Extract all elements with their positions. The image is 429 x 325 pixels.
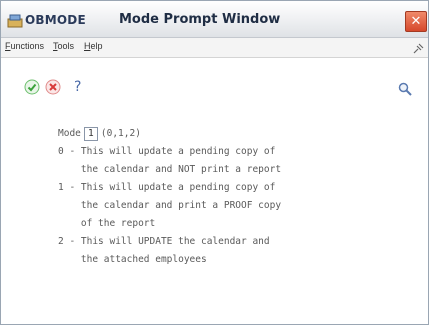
app-name: OBMODE — [25, 13, 86, 27]
menu-tools-rest: ools — [57, 41, 75, 51]
help-icon[interactable]: ? — [74, 79, 81, 95]
check-icon — [24, 79, 40, 95]
description-line: 2 - This will UPDATE the calendar and — [58, 236, 270, 247]
search-icon[interactable] — [397, 81, 413, 97]
mode-label: Mode — [58, 128, 81, 139]
description-line: the attached employees — [58, 254, 207, 265]
menu-help-rest: elp — [90, 41, 103, 51]
title-bar[interactable]: OBMODE Mode Prompt Window ✕ — [1, 1, 428, 38]
menu-tools[interactable]: Tools — [53, 41, 74, 51]
description-line: the calendar and NOT print a report — [58, 164, 282, 175]
description-line: of the report — [58, 218, 156, 229]
menu-help[interactable]: Help — [84, 41, 103, 51]
pin-icon[interactable] — [412, 40, 424, 54]
menu-bar: Functions Tools Help — [1, 38, 428, 58]
description-line: 1 - This will update a pending copy of — [58, 182, 276, 193]
mode-input[interactable]: 1 — [83, 126, 98, 141]
ok-button[interactable] — [23, 78, 41, 96]
app-icon — [7, 13, 23, 28]
mode-form: Mode 1 (0,1,2) 0 - This will update a pend… — [58, 125, 281, 269]
description-line: the calendar and print a PROOF copy — [58, 200, 282, 211]
close-button[interactable]: ✕ — [405, 11, 427, 32]
mode-row: Mode 1 (0,1,2) — [58, 125, 281, 143]
cancel-icon — [45, 79, 61, 95]
cancel-button[interactable] — [44, 78, 62, 96]
close-icon: ✕ — [410, 14, 422, 29]
mode-options: (0,1,2) — [100, 128, 141, 139]
mode-prompt-window: OBMODE Mode Prompt Window ✕ Functions To… — [0, 0, 429, 325]
window-title: Mode Prompt Window — [119, 12, 281, 27]
menu-functions[interactable]: Functions — [5, 41, 44, 51]
toolbar — [1, 78, 428, 100]
menu-functions-rest: unctions — [10, 41, 45, 51]
description-line: 0 - This will update a pending copy of — [58, 146, 276, 157]
